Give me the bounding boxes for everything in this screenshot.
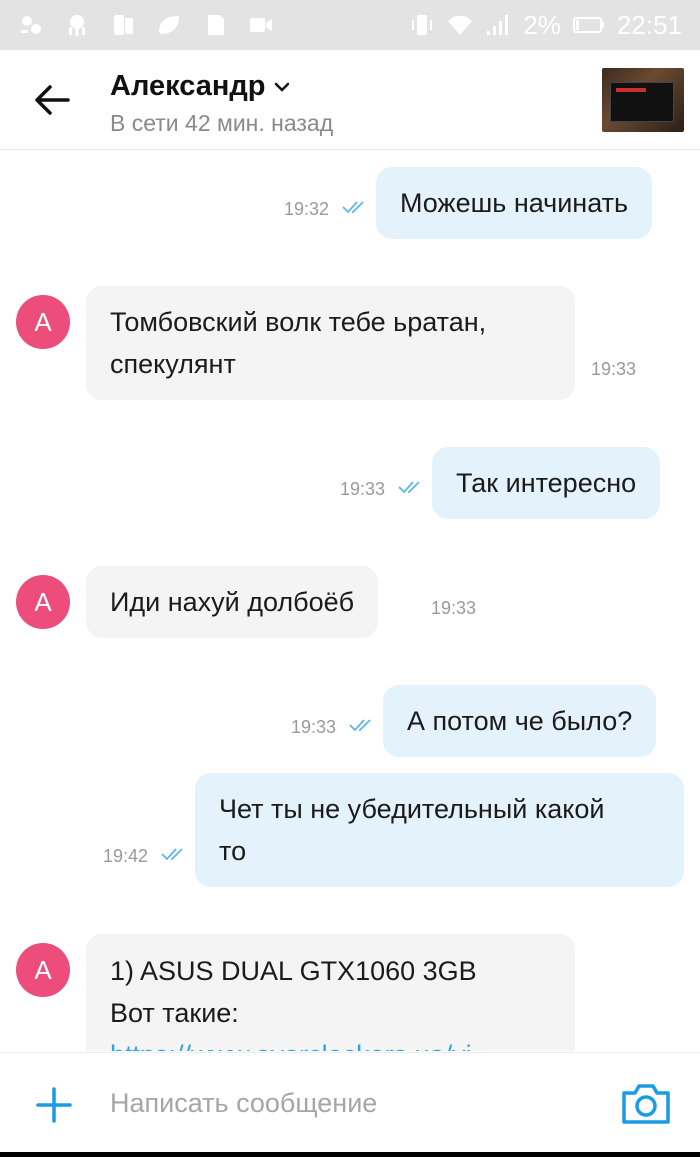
app-notification-icon (18, 12, 44, 38)
sender-avatar[interactable]: А (16, 575, 70, 629)
leaf-icon (156, 12, 182, 38)
battery-icon (572, 12, 605, 38)
message-list[interactable]: 19:32 Можешь начинать А Томбовский волк … (0, 151, 700, 1051)
sender-avatar[interactable]: А (16, 295, 70, 349)
read-ticks-icon (349, 717, 377, 733)
system-indicators: 2% 22:51 (409, 10, 682, 41)
message-time: 19:32 (284, 199, 330, 219)
sd-card-icon (202, 12, 228, 38)
incoming-message[interactable]: Иди нахуй долбоёб (86, 566, 379, 638)
plus-icon (36, 1087, 72, 1123)
message-time: 19:33 (431, 598, 477, 618)
notification-icons (18, 12, 274, 38)
chevron-down-icon[interactable] (272, 77, 292, 97)
read-ticks-icon (398, 479, 426, 495)
message-text-line: 1) ASUS DUAL GTX1060 3GB (110, 956, 477, 986)
sender-avatar[interactable]: А (16, 943, 70, 997)
back-arrow-icon (35, 85, 70, 115)
navigation-bar (0, 1152, 700, 1157)
phone-screens-icon (110, 12, 136, 38)
contact-avatar[interactable] (602, 68, 684, 132)
message-text: Так интересно (456, 468, 637, 498)
outgoing-message[interactable]: Так интересно (432, 447, 661, 519)
octopus-icon (64, 12, 90, 38)
message-text-line: Томбовский волк тебе ьратан, (110, 307, 487, 337)
message-text-line: спекулянт (110, 349, 236, 379)
battery-percent: 2% (523, 9, 561, 40)
message-composer (0, 1052, 700, 1152)
status-bar: 2% 22:51 (0, 0, 700, 50)
message-time: 19:33 (291, 717, 337, 737)
outgoing-message[interactable]: Чет ты не убедительный какой то (195, 773, 684, 887)
message-text-line: Чет ты не убедительный какой (219, 794, 605, 824)
message-link[interactable]: https://www.overclockers.ua/vi (110, 1034, 551, 1051)
message-text: А потом че было? (407, 706, 633, 736)
vibrate-icon (409, 12, 435, 38)
avatar-photo-stripe (616, 88, 646, 92)
video-camera-icon (248, 12, 274, 38)
camera-button[interactable] (620, 1081, 672, 1127)
outgoing-message[interactable]: А потом че было? (383, 685, 657, 757)
read-ticks-icon (161, 846, 189, 862)
back-button[interactable] (30, 78, 74, 122)
incoming-message[interactable]: 1) ASUS DUAL GTX1060 3GB Вот такие: http… (86, 934, 575, 1051)
attach-button[interactable] (34, 1085, 74, 1125)
message-text-line: Вот такие: (110, 998, 239, 1028)
chat-header: Александр В сети 42 мин. назад (0, 50, 700, 150)
contact-name[interactable]: Александр (110, 70, 266, 103)
message-text: Иди нахуй долбоёб (110, 587, 355, 617)
camera-icon (622, 1084, 670, 1124)
signal-icon (485, 12, 511, 38)
wifi-icon (447, 12, 473, 38)
message-input[interactable] (110, 1079, 570, 1127)
message-text-line: то (219, 836, 247, 866)
read-ticks-icon (342, 199, 370, 215)
incoming-message[interactable]: Томбовский волк тебе ьратан, спекулянт (86, 286, 575, 400)
last-seen-status: В сети 42 мин. назад (110, 110, 334, 136)
message-time: 19:42 (103, 846, 149, 866)
message-text: Можешь начинать (400, 188, 629, 218)
clock: 22:51 (616, 9, 682, 40)
outgoing-message[interactable]: Можешь начинать (376, 167, 653, 239)
message-time: 19:33 (591, 359, 637, 379)
message-time: 19:33 (340, 479, 386, 499)
